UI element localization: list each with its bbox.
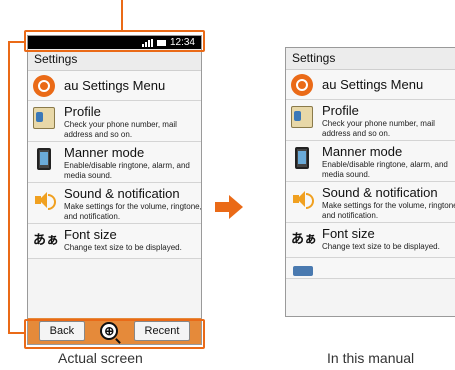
callout-line	[121, 0, 123, 31]
item-label: Sound & notification	[64, 186, 180, 201]
recent-button[interactable]: Recent	[133, 321, 191, 341]
profile-card-icon	[291, 106, 313, 128]
manual-screen: Settings au Settings Menu Profile Check …	[285, 47, 455, 317]
arrow-right-icon	[215, 194, 243, 220]
item-description: Enable/disable ringtone, alarm, and medi…	[64, 161, 190, 180]
settings-item-manner-mode[interactable]: Manner mode Enable/disable ringtone, ala…	[286, 141, 455, 182]
settings-item-au-menu[interactable]: au Settings Menu	[28, 71, 201, 101]
item-label: au Settings Menu	[322, 77, 424, 92]
speaker-icon	[291, 188, 314, 210]
caption-in-this-manual: In this manual	[327, 350, 415, 366]
settings-item-font-size[interactable]: あぁ Font size Change text size to be disp…	[286, 223, 455, 258]
settings-item-partial	[286, 258, 455, 279]
signal-icon	[141, 38, 153, 47]
settings-item-au-menu[interactable]: au Settings Menu	[286, 70, 455, 100]
item-label: au Settings Menu	[64, 78, 166, 93]
item-description: Enable/disable ringtone, alarm, and medi…	[322, 160, 448, 179]
item-label: Font size	[322, 226, 375, 241]
item-description: Change text size to be displayed.	[322, 242, 440, 251]
item-label: Font size	[64, 227, 117, 242]
item-description: Make settings for the volume, ringtone, …	[64, 202, 202, 221]
screen-title: Settings	[28, 49, 201, 71]
gear-icon	[291, 74, 313, 96]
partial-item-icon	[293, 266, 313, 276]
back-button[interactable]: Back	[38, 321, 86, 341]
zoom-icon[interactable]: ⊕	[100, 322, 119, 340]
battery-icon	[156, 39, 166, 46]
font-icon: あぁ	[291, 232, 318, 247]
item-description: Make settings for the volume, ringtone, …	[322, 201, 455, 220]
speaker-icon	[33, 189, 56, 211]
settings-item-manner-mode[interactable]: Manner mode Enable/disable ringtone, ala…	[28, 142, 201, 183]
gear-icon	[33, 75, 55, 97]
navigation-bar: Back ⊕ Recent	[28, 318, 201, 344]
settings-item-font-size[interactable]: あぁ Font size Change text size to be disp…	[28, 224, 201, 259]
settings-item-profile[interactable]: Profile Check your phone number, mail ad…	[28, 101, 201, 142]
status-time: 12:34	[169, 37, 195, 48]
status-bar: 12:34	[28, 36, 201, 49]
settings-item-sound[interactable]: Sound & notification Make settings for t…	[286, 182, 455, 223]
callout-line	[8, 332, 26, 334]
item-label: Profile	[64, 104, 101, 119]
settings-item-sound[interactable]: Sound & notification Make settings for t…	[28, 183, 201, 224]
phone-vibrate-icon	[37, 148, 51, 170]
callout-line	[8, 41, 26, 43]
item-label: Profile	[322, 103, 359, 118]
item-description: Check your phone number, mail address an…	[322, 119, 435, 138]
item-description: Check your phone number, mail address an…	[64, 120, 177, 139]
profile-card-icon	[33, 107, 55, 129]
item-label: Manner mode	[322, 144, 403, 159]
font-icon: あぁ	[33, 233, 60, 248]
actual-screen: 12:34 Settings au Settings Menu Profile …	[27, 35, 202, 345]
settings-item-profile[interactable]: Profile Check your phone number, mail ad…	[286, 100, 455, 141]
item-description: Change text size to be displayed.	[64, 243, 182, 252]
screen-title: Settings	[286, 48, 455, 70]
item-label: Sound & notification	[322, 185, 438, 200]
caption-actual-screen: Actual screen	[58, 350, 143, 366]
callout-line	[8, 41, 10, 334]
phone-vibrate-icon	[295, 147, 309, 169]
item-label: Manner mode	[64, 145, 145, 160]
